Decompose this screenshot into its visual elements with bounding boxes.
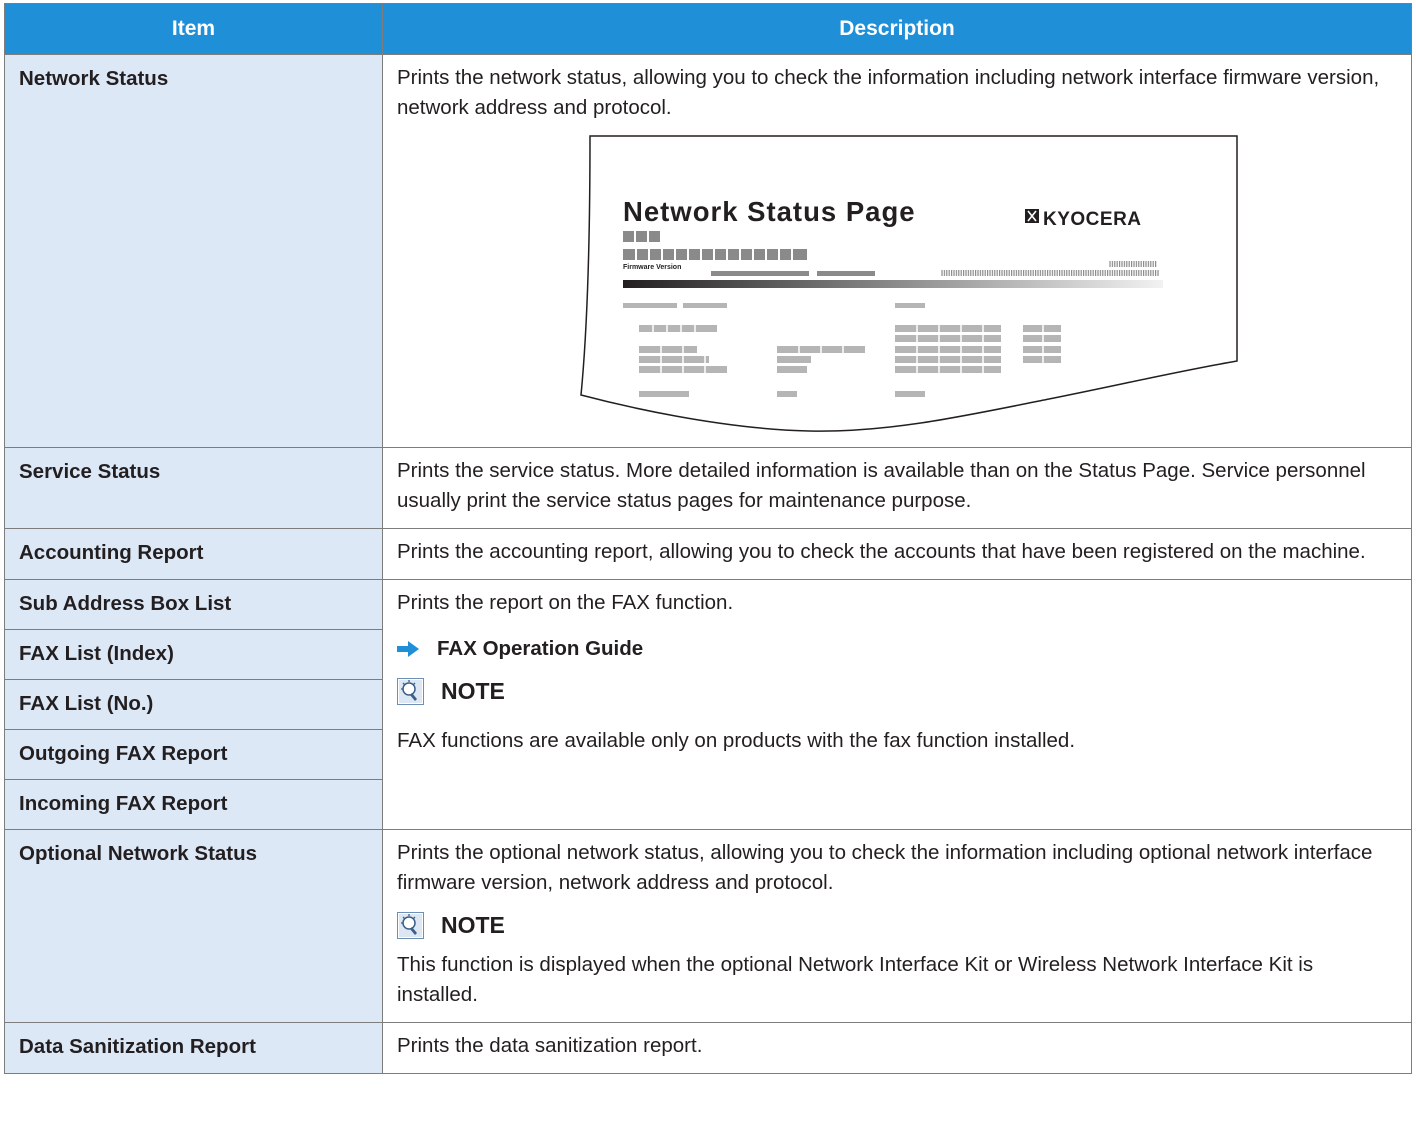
header-item: Item: [4, 3, 383, 55]
desc-optional-network-status: Prints the optional network status, allo…: [382, 829, 1412, 1023]
table-row: Accounting Report Prints the accounting …: [4, 528, 1412, 580]
desc-text: Prints the optional network status, allo…: [397, 841, 1373, 894]
lightbulb-note-icon: [397, 911, 424, 939]
desc-accounting-report: Prints the accounting report, allowing y…: [382, 528, 1412, 580]
table-row: Data Sanitization Report Prints the data…: [4, 1022, 1412, 1074]
table-row: Network Status Prints the network status…: [4, 54, 1412, 448]
desc-text: Prints the report on the FAX function.: [397, 591, 734, 614]
note-heading: NOTE: [397, 910, 1397, 940]
desc-text: Prints the network status, allowing you …: [397, 66, 1380, 119]
note-text: FAX functions are available only on prod…: [397, 729, 1076, 752]
reference-link[interactable]: FAX Operation Guide: [397, 634, 1397, 664]
item-sub-address-box-list: Sub Address Box List: [4, 579, 383, 630]
note-heading: NOTE: [397, 676, 1397, 706]
header-description: Description: [382, 3, 1412, 55]
arrow-right-icon: [397, 641, 419, 657]
table-row: Sub Address Box List Prints the report o…: [4, 579, 1412, 830]
item-service-status: Service Status: [4, 447, 383, 529]
illustration-title: Network Status Page: [623, 196, 916, 227]
report-table: Item Description Network Status Prints t…: [4, 3, 1412, 1074]
item-fax-list-no: FAX List (No.): [4, 679, 383, 730]
kyocera-logo-mark: [1025, 209, 1039, 223]
desc-data-sanitization-report: Prints the data sanitization report.: [382, 1022, 1412, 1074]
table-header-row: Item Description: [4, 3, 1412, 55]
item-fax-list-index: FAX List (Index): [4, 629, 383, 680]
item-data-sanitization-report: Data Sanitization Report: [4, 1022, 383, 1074]
note-text: This function is displayed when the opti…: [397, 953, 1314, 1006]
paper-sheet-graphic: [580, 135, 1238, 432]
item-outgoing-fax-report: Outgoing FAX Report: [4, 729, 383, 780]
item-accounting-report: Accounting Report: [4, 528, 383, 580]
illustration-logo: KYOCERA: [1043, 209, 1142, 230]
lightbulb-note-icon: [397, 677, 424, 705]
note-label: NOTE: [441, 912, 505, 938]
item-incoming-fax-report: Incoming FAX Report: [4, 779, 383, 830]
illustration-firmware-label: Firmware Version: [623, 264, 682, 271]
desc-service-status: Prints the service status. More detailed…: [382, 447, 1412, 529]
item-network-status: Network Status: [4, 54, 383, 448]
table-row: Service Status Prints the service status…: [4, 447, 1412, 529]
desc-fax-functions: Prints the report on the FAX function. F…: [382, 579, 1412, 830]
network-status-page-illustration: Network Status Page KYOCERA Firmware Ver…: [579, 133, 1239, 435]
table-row: Optional Network Status Prints the optio…: [4, 829, 1412, 1023]
desc-network-status: Prints the network status, allowing you …: [382, 54, 1412, 448]
reference-label: FAX Operation Guide: [437, 637, 644, 660]
item-optional-network-status: Optional Network Status: [4, 829, 383, 1023]
note-label: NOTE: [441, 678, 505, 704]
